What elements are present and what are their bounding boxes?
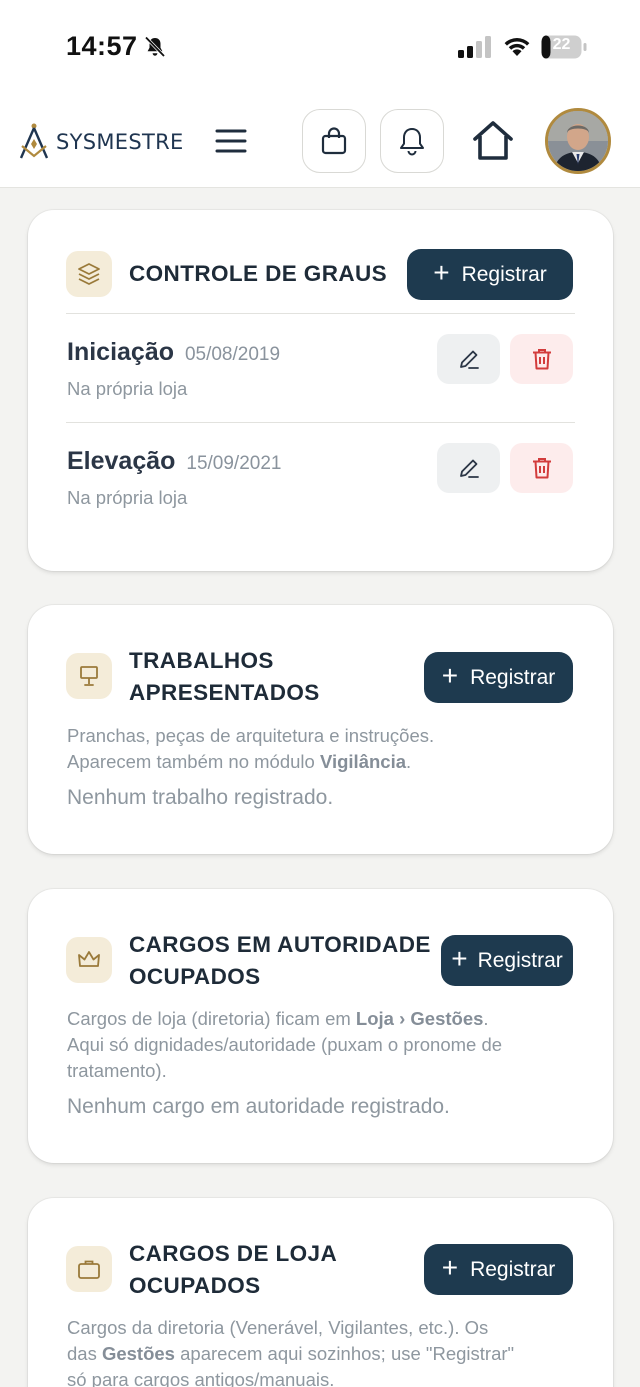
shopping-bag-icon: [321, 127, 347, 155]
grade-date: 15/09/2021: [186, 453, 282, 474]
plus-icon: +: [441, 660, 459, 691]
works-desc-text: Aparecem também no módulo: [67, 751, 320, 772]
compass-square-icon: [19, 123, 49, 159]
authority-desc-path: Loja › Gestões: [355, 1008, 484, 1029]
menu-icon[interactable]: [213, 125, 249, 157]
wifi-icon: [504, 37, 530, 56]
grade-date: 05/08/2019: [184, 344, 281, 365]
works-register-button[interactable]: + Registrar: [424, 652, 573, 703]
grade-place: Na própria loja: [67, 487, 188, 508]
authority-desc-text: Cargos de loja (diretoria) ficam em: [67, 1008, 356, 1029]
lodge-register-button[interactable]: + Registrar: [424, 1244, 573, 1295]
divider: [66, 422, 575, 423]
grade-name: Iniciação: [67, 338, 174, 366]
cellular-signal-icon: [458, 36, 491, 58]
grades-register-button[interactable]: + Registrar: [407, 249, 573, 300]
works-empty-state: Nenhum trabalho registrado.: [67, 786, 334, 809]
grades-title: CONTROLE DE GRAUS: [129, 261, 388, 286]
works-desc-line2: Aparecem também no módulo Vigilância.: [67, 749, 573, 775]
lodge-description: Cargos da diretoria (Venerável, Vigilant…: [67, 1315, 573, 1387]
bell-off-icon: [144, 36, 166, 58]
logo-text: SYSMESTRE: [56, 130, 184, 154]
authority-description: Cargos de loja (diretoria) ficam em Loja…: [67, 1006, 573, 1084]
authority-title-line1: CARGOS EM AUTORIDADE: [129, 932, 431, 957]
app-header: SYSMESTRE: [0, 96, 640, 188]
grade-item: Iniciação 05/08/2019: [67, 338, 280, 367]
delete-button[interactable]: [510, 334, 573, 384]
grade-name: Elevação: [67, 447, 176, 475]
logo-text-sys: SYS: [56, 130, 97, 154]
works-title-line2: APRESENTADOS: [129, 680, 320, 705]
works-title-line1: TRABALHOS: [129, 648, 274, 673]
lodge-card: CARGOS DE LOJA OCUPADOS + Registrar Carg…: [28, 1198, 613, 1387]
works-description: Pranchas, peças de arquitetura e instruç…: [67, 723, 573, 775]
works-title: TRABALHOS APRESENTADOS: [129, 645, 320, 709]
plus-icon: +: [451, 943, 468, 974]
authority-register-button[interactable]: + Registrar: [441, 935, 573, 986]
authority-desc-line2: Aqui só dignidades/autoridade (puxam o p…: [67, 1034, 503, 1055]
lodge-desc-line1: Cargos da diretoria (Venerável, Vigilant…: [67, 1317, 489, 1338]
user-avatar[interactable]: [545, 108, 611, 174]
works-icon-box: [66, 653, 112, 699]
works-desc-line1: Pranchas, peças de arquitetura e instruç…: [67, 725, 435, 746]
battery-indicator: 22: [541, 35, 587, 59]
battery-level: 22: [552, 36, 571, 53]
grades-card: CONTROLE DE GRAUS + Registrar Iniciação …: [28, 210, 613, 571]
grade-place: Na própria loja: [67, 378, 188, 399]
lodge-desc-rest: aparecem aqui sozinhos; use "Registrar": [174, 1343, 515, 1364]
layers-icon: [78, 263, 100, 285]
authority-empty-state: Nenhum cargo em autoridade registrado.: [67, 1095, 450, 1118]
lodge-desc-line3: só para cargos antigos/manuais.: [67, 1369, 335, 1387]
lodge-title-line2: OCUPADOS: [129, 1273, 261, 1298]
grades-register-label: Registrar: [461, 262, 547, 286]
trash-icon: [532, 349, 551, 370]
presentation-icon: [80, 666, 98, 686]
lodge-desc-text: das: [67, 1343, 102, 1364]
crown-icon: [78, 951, 100, 967]
authority-desc-end: .: [483, 1008, 489, 1029]
lodge-title-line1: CARGOS DE LOJA: [129, 1241, 338, 1266]
pencil-icon: [459, 459, 479, 478]
plus-icon: +: [433, 257, 450, 288]
home-icon[interactable]: [470, 118, 516, 164]
lodge-desc-line2: das Gestões aparecem aqui sozinhos; use …: [67, 1341, 573, 1367]
works-desc-module: Vigilância: [319, 751, 407, 772]
lodge-icon-box: [66, 1246, 112, 1292]
status-bar: 14:57 22: [0, 0, 640, 96]
authority-title-line2: OCUPADOS: [129, 964, 261, 989]
notifications-button[interactable]: [380, 109, 444, 173]
authority-title: CARGOS EM AUTORIDADE OCUPADOS: [129, 929, 431, 993]
authority-icon-box: [66, 937, 112, 983]
lodge-register-label: Registrar: [470, 1257, 556, 1281]
logo-text-mestre: MESTRE: [96, 130, 184, 154]
works-card: TRABALHOS APRESENTADOS + Registrar Pranc…: [28, 605, 613, 854]
authority-desc-line3: tratamento).: [67, 1060, 167, 1081]
logo[interactable]: SYSMESTRE: [18, 120, 188, 164]
grade-item: Elevação 15/09/2021: [67, 447, 281, 476]
authority-desc-line1: Cargos de loja (diretoria) ficam em Loja…: [67, 1006, 573, 1032]
trash-icon: [532, 458, 551, 479]
works-desc-end: .: [406, 751, 412, 772]
avatar-photo: [548, 111, 608, 171]
divider: [66, 313, 575, 314]
edit-button[interactable]: [437, 443, 500, 493]
authority-card: CARGOS EM AUTORIDADE OCUPADOS + Registra…: [28, 889, 613, 1163]
delete-button[interactable]: [510, 443, 573, 493]
edit-button[interactable]: [437, 334, 500, 384]
lodge-title: CARGOS DE LOJA OCUPADOS: [129, 1238, 337, 1302]
status-time: 14:57: [66, 31, 138, 61]
authority-register-label: Registrar: [477, 948, 563, 972]
lodge-desc-gestoes: Gestões: [101, 1343, 175, 1364]
shop-button[interactable]: [302, 109, 366, 173]
plus-icon: +: [441, 1252, 459, 1283]
briefcase-icon: [78, 1260, 100, 1279]
works-register-label: Registrar: [470, 665, 556, 689]
bell-icon: [400, 128, 424, 156]
pencil-icon: [459, 350, 479, 369]
grades-icon-box: [66, 251, 112, 297]
